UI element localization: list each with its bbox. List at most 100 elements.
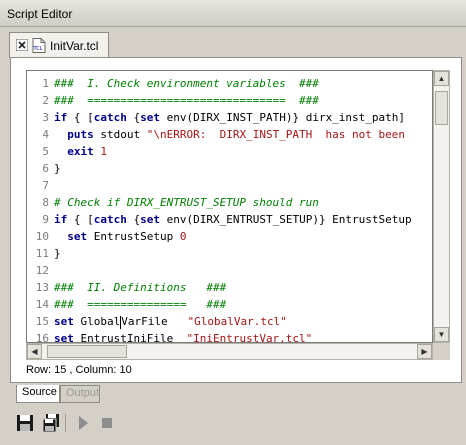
code-line[interactable]: 9 if { [catch {set env(DIRX_ENTRUST_SETUP… (27, 211, 432, 228)
code-text: exit 1 (54, 143, 107, 160)
code-text: ### II. Definitions ### (54, 279, 226, 296)
save-all-icon[interactable] (40, 412, 62, 434)
code-token: set (140, 111, 160, 124)
scroll-up-button[interactable]: ▲ (434, 71, 449, 86)
code-line[interactable]: 5 exit 1 (27, 143, 432, 160)
code-token: if (54, 111, 68, 124)
code-text: set EntrustIniFile "IniEntrustVar.tcl" (54, 330, 313, 343)
code-token: 1 (100, 145, 107, 158)
code-token: set (140, 213, 160, 226)
code-text: } (54, 245, 61, 262)
code-token: env(DIRX_ENTRUST_SETUP)} EntrustSetup (160, 213, 412, 226)
code-token: ### ============================== ### (54, 94, 319, 107)
line-number: 7 (42, 179, 49, 192)
code-line[interactable]: 12 (27, 262, 432, 279)
cursor-position-status: Row: 15 , Column: 10 (26, 364, 132, 376)
tab-output[interactable]: Output (60, 385, 100, 403)
code-token: set (54, 332, 74, 343)
code-text: # Check if DIRX_ENTRUST_SETUP should run (54, 194, 319, 211)
tcl-file-icon: TCL (32, 38, 46, 53)
scrollbar-corner (433, 343, 450, 360)
code-line[interactable]: 13 ### II. Definitions ### (27, 279, 432, 296)
code-text: set EntrustSetup 0 (54, 228, 186, 245)
tab-initvar-tcl[interactable]: TCL InitVar.tcl (9, 32, 109, 58)
pin-icon[interactable] (16, 39, 28, 51)
code-line[interactable]: 3 if { [catch {set env(DIRX_INST_PATH)} d… (27, 109, 432, 126)
code-text: } (54, 160, 61, 177)
stop-icon[interactable] (96, 412, 118, 434)
code-token: { [ (67, 213, 94, 226)
code-line[interactable]: 7 (27, 177, 432, 194)
line-number: 11 (35, 247, 49, 260)
code-line[interactable]: 15 set GlobalVarFile "GlobalVar.tcl" (27, 313, 432, 330)
code-line[interactable]: 4 puts stdout "\nERROR: DIRX_INST_PATH h… (27, 126, 432, 143)
code-line[interactable]: 14 ### =============== ### (27, 296, 432, 313)
code-token: "IniEntrustVar.tcl" (186, 332, 313, 343)
code-token: set (54, 315, 74, 328)
code-token: exit (67, 145, 94, 158)
code-line[interactable]: 2 ### ============================== ### (27, 92, 432, 109)
scroll-down-button[interactable]: ▼ (434, 327, 449, 342)
code-token: stdout (93, 128, 147, 141)
code-line[interactable]: 10 set EntrustSetup 0 (27, 228, 432, 245)
code-token: ### I. Check environment variables ### (54, 77, 319, 90)
line-number: 5 (42, 145, 49, 158)
code-token: { [ (67, 111, 94, 124)
code-line[interactable]: 11} (27, 245, 432, 262)
vertical-scrollbar[interactable]: ▲ ▼ (433, 70, 450, 343)
code-text: ### I. Check environment variables ### (54, 75, 319, 92)
code-token: EntrustIniFile (73, 332, 187, 343)
code-line[interactable]: 8 # Check if DIRX_ENTRUST_SETUP should ru… (27, 194, 432, 211)
code-token: # Check if DIRX_ENTRUST_SETUP should run (54, 196, 319, 209)
file-tab-strip: TCL InitVar.tcl (5, 30, 463, 58)
horizontal-scrollbar[interactable]: ◀ ▶ (26, 343, 433, 360)
line-number: 16 (35, 332, 49, 343)
line-number: 10 (35, 230, 49, 243)
window-title: Script Editor (7, 7, 73, 21)
line-number: 4 (42, 128, 49, 141)
code-token: "\nERROR: DIRX_INST_PATH has not been (146, 128, 406, 141)
run-icon[interactable] (72, 412, 94, 434)
tab-label: InitVar.tcl (50, 39, 99, 53)
title-bar: Script Editor (0, 0, 466, 27)
code-token: ### II. Definitions ### (54, 281, 227, 294)
code-text: set GlobalVarFile "GlobalVar.tcl" (54, 313, 287, 330)
code-text: if { [catch {set env(DIRX_INST_PATH)} di… (54, 109, 405, 126)
line-number: 15 (35, 315, 49, 328)
code-token: catch (93, 213, 127, 226)
code-token: ### =============== ### (54, 298, 227, 311)
code-token: { (126, 111, 141, 124)
code-token: Global (73, 315, 121, 328)
code-token: } (54, 162, 61, 175)
code-line[interactable]: 1 ### I. Check environment variables ### (27, 75, 432, 92)
code-editor[interactable]: 1 ### I. Check environment variables ### 2… (26, 70, 433, 343)
code-line[interactable]: 6} (27, 160, 432, 177)
line-number: 2 (42, 94, 49, 107)
scroll-right-button[interactable]: ▶ (417, 344, 432, 359)
tab-source[interactable]: Source (16, 385, 60, 403)
code-token: 0 (179, 230, 187, 243)
toolbar-separator (65, 414, 66, 432)
code-token: "GlobalVar.tcl" (187, 315, 287, 328)
code-text: ### =============== ### (54, 296, 226, 313)
scroll-left-button[interactable]: ◀ (27, 344, 42, 359)
line-number: 13 (35, 281, 49, 294)
horizontal-scroll-thumb[interactable] (47, 345, 127, 358)
code-token: { (126, 213, 141, 226)
save-icon[interactable] (14, 412, 36, 434)
code-token: env(DIRX_INST_PATH)} dirx_inst_path] (160, 111, 406, 124)
code-token: VarFile (121, 315, 188, 328)
vertical-scroll-thumb[interactable] (435, 91, 448, 125)
code-text: if { [catch {set env(DIRX_ENTRUST_SETUP)… (54, 211, 412, 228)
code-line[interactable]: 16 set EntrustIniFile "IniEntrustVar.tcl" (27, 330, 432, 343)
code-token: catch (93, 111, 127, 124)
editor-panel: 1 ### I. Check environment variables ### 2… (10, 57, 462, 383)
code-text: puts stdout "\nERROR: DIRX_INST_PATH has… (54, 126, 405, 143)
line-number: 8 (42, 196, 49, 209)
line-number: 6 (42, 162, 49, 175)
line-number: 12 (35, 264, 49, 277)
line-number: 3 (42, 111, 49, 124)
code-text: ### ============================== ### (54, 92, 319, 109)
